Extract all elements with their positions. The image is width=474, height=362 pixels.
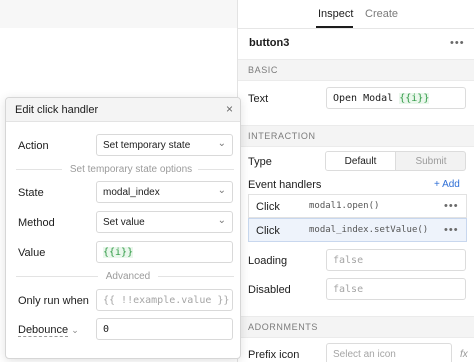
handler-action-text: modal_index.setValue() xyxy=(309,225,429,235)
event-handlers-label: Event handlers xyxy=(248,179,322,191)
text-value-plain: Open Modal xyxy=(333,93,400,104)
add-event-handler-button[interactable]: + Add xyxy=(434,179,460,190)
value-label: Value xyxy=(18,247,46,259)
loading-field-label: Loading xyxy=(248,255,288,267)
debounce-label: Debounce ⌄ xyxy=(18,324,79,337)
divider-line xyxy=(16,169,62,170)
type-option-default[interactable]: Default xyxy=(326,152,396,170)
inspector-panel: Inspect Create button3 ••• BASIC Text Op… xyxy=(237,0,474,362)
fx-icon[interactable]: fx xyxy=(460,349,468,360)
action-label: Action xyxy=(18,140,49,152)
type-option-submit[interactable]: Submit xyxy=(396,152,465,170)
value-input[interactable]: {{i}} xyxy=(96,241,233,263)
only-run-when-label: Only run when xyxy=(18,295,89,307)
action-select-value: Set temporary state xyxy=(103,140,191,151)
canvas-top-strip xyxy=(0,0,237,28)
debounce-label-text: Debounce xyxy=(18,324,69,337)
text-value-binding: {{i}} xyxy=(399,93,430,104)
handler-event-name: Click xyxy=(256,225,280,237)
disabled-field-input[interactable]: false xyxy=(326,278,466,300)
text-field-label: Text xyxy=(248,93,269,105)
only-run-when-input[interactable]: {{ !!example.value }} xyxy=(96,289,233,311)
edit-click-handler-modal: Edit click handler × Action Set temporar… xyxy=(5,97,241,359)
more-icon[interactable]: ••• xyxy=(450,37,465,49)
section-adornments-label: ADORNMENTS xyxy=(248,322,319,332)
modal-header: Edit click handler × xyxy=(6,98,240,122)
section-basic[interactable]: BASIC xyxy=(238,59,474,81)
event-handler-row[interactable]: Click modal1.open() ••• xyxy=(248,194,467,218)
prefix-icon-select[interactable]: Select an icon xyxy=(326,343,452,362)
type-field-label: Type xyxy=(248,156,272,168)
section-interaction[interactable]: INTERACTION xyxy=(238,125,474,147)
inspector-tabs: Inspect Create xyxy=(238,0,474,29)
state-select-value: modal_index xyxy=(103,187,160,198)
state-select[interactable]: modal_index ⌄ xyxy=(96,181,233,203)
component-name[interactable]: button3 xyxy=(249,37,289,49)
handler-more-icon[interactable]: ••• xyxy=(444,200,459,212)
section-adornments[interactable]: ADORNMENTS xyxy=(238,316,474,338)
chevron-down-icon: ⌄ xyxy=(217,185,226,196)
chevron-down-icon[interactable]: ⌄ xyxy=(71,325,79,335)
handler-action-text: modal1.open() xyxy=(309,201,380,211)
modal-title: Edit click handler xyxy=(15,104,99,116)
divider-line xyxy=(16,276,98,277)
divider-line xyxy=(198,169,234,170)
section-interaction-label: INTERACTION xyxy=(248,131,316,141)
state-label: State xyxy=(18,187,44,199)
chevron-down-icon: ⌄ xyxy=(217,215,226,226)
disabled-field-label: Disabled xyxy=(248,284,291,296)
divider-line xyxy=(158,276,234,277)
close-icon[interactable]: × xyxy=(226,102,233,116)
handler-event-name: Click xyxy=(256,201,280,213)
debounce-input[interactable]: 0 xyxy=(96,318,233,340)
chevron-down-icon: ⌄ xyxy=(217,138,226,149)
active-tab-indicator xyxy=(316,26,353,28)
type-segmented-control: Default Submit xyxy=(325,151,466,171)
loading-field-input[interactable]: false xyxy=(326,249,466,271)
prefix-icon-label: Prefix icon xyxy=(248,349,300,361)
section-basic-label: BASIC xyxy=(248,65,279,75)
handler-more-icon[interactable]: ••• xyxy=(444,224,459,236)
value-binding: {{i}} xyxy=(103,247,134,258)
event-handler-row-selected[interactable]: Click modal_index.setValue() ••• xyxy=(248,218,467,242)
method-label: Method xyxy=(18,217,55,229)
action-select[interactable]: Set temporary state ⌄ xyxy=(96,134,233,156)
tab-inspect[interactable]: Inspect xyxy=(318,8,353,20)
advanced-divider-label: Advanced xyxy=(105,271,151,282)
options-divider-label: Set temporary state options xyxy=(69,164,193,175)
method-select[interactable]: Set value ⌄ xyxy=(96,211,233,233)
text-field-input[interactable]: Open Modal {{i}} xyxy=(326,87,466,109)
method-select-value: Set value xyxy=(103,217,145,228)
tab-create[interactable]: Create xyxy=(365,8,398,20)
